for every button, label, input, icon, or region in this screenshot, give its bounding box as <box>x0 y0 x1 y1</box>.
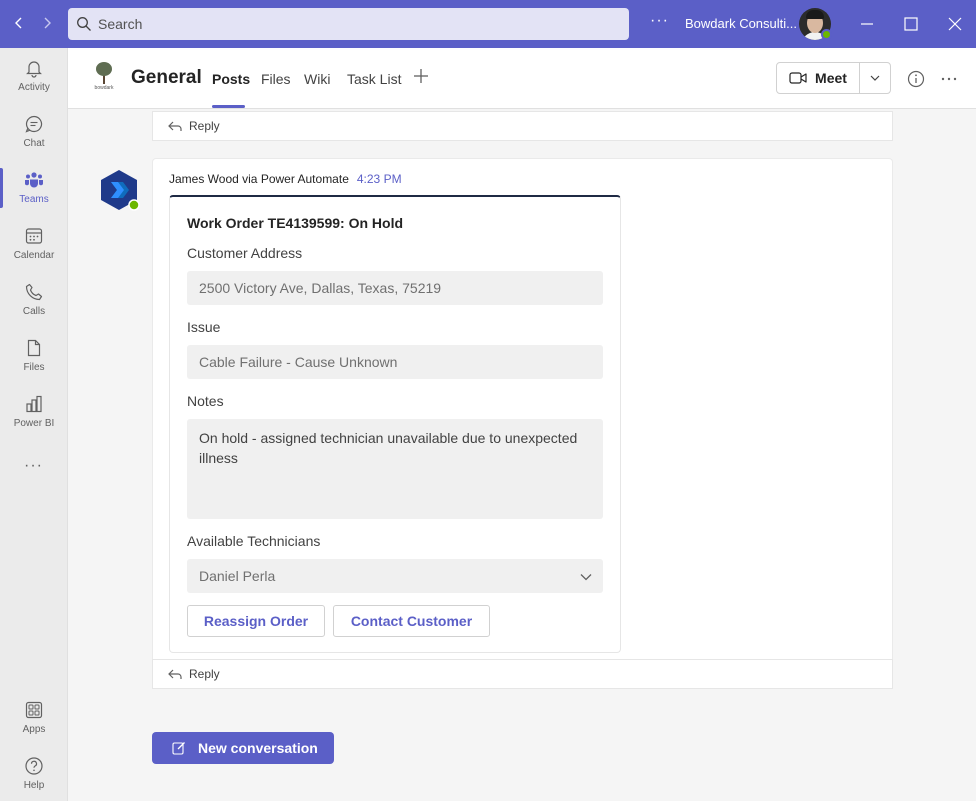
customer-address-field: 2500 Victory Ave, Dallas, Texas, 75219 <box>187 271 603 305</box>
new-conversation-label: New conversation <box>198 740 318 756</box>
reply-label: Reply <box>189 667 220 681</box>
notes-textarea[interactable]: On hold - assigned technician unavailabl… <box>187 419 603 519</box>
file-icon <box>27 339 41 357</box>
rail-label: Help <box>23 780 45 791</box>
message-post: James Wood via Power Automate 4:23 PM Wor… <box>152 158 893 660</box>
rail-label: Teams <box>19 194 49 205</box>
app-rail: Activity Chat Teams Calendar Calls Files… <box>0 48 68 801</box>
notes-label: Notes <box>187 393 224 409</box>
rail-item-activity[interactable]: Activity <box>0 48 68 104</box>
apps-icon <box>25 701 43 719</box>
rail-label: Calendar <box>13 250 55 261</box>
available-technicians-label: Available Technicians <box>187 533 321 549</box>
minimize-icon[interactable] <box>857 14 877 34</box>
settings-more-icon[interactable]: ··· <box>650 12 669 30</box>
chat-icon <box>25 115 43 133</box>
rail-label: Chat <box>23 138 45 149</box>
message-author[interactable]: James Wood via Power Automate <box>169 172 349 186</box>
rail-label: Files <box>23 362 45 373</box>
close-icon[interactable] <box>945 14 965 34</box>
search-icon <box>77 17 91 31</box>
search-bar[interactable] <box>68 8 629 40</box>
tab-task-list[interactable]: Task List <box>347 71 401 87</box>
rail-item-apps[interactable]: Apps <box>0 690 68 746</box>
new-conversation-button[interactable]: New conversation <box>152 732 334 764</box>
reply-label: Reply <box>189 119 220 133</box>
meet-button[interactable]: Meet <box>776 62 891 94</box>
title-bar: ··· Bowdark Consulti... <box>0 0 976 48</box>
issue-field: Cable Failure - Cause Unknown <box>187 345 603 379</box>
rail-label: Apps <box>22 724 46 735</box>
search-input[interactable] <box>98 16 598 32</box>
rail-item-powerbi[interactable]: Power BI <box>0 384 68 440</box>
reassign-order-button[interactable]: Reassign Order <box>187 605 325 637</box>
calendar-icon <box>25 228 43 244</box>
rail-label: Activity <box>18 82 50 93</box>
rail-item-files[interactable]: Files <box>0 328 68 384</box>
help-icon <box>25 757 43 775</box>
technician-selected-value: Daniel Perla <box>199 568 276 584</box>
channel-title: General <box>131 67 202 88</box>
video-camera-icon <box>789 72 807 84</box>
powerbi-icon <box>26 395 42 413</box>
maximize-icon[interactable] <box>901 14 921 34</box>
more-options-icon[interactable] <box>940 70 958 88</box>
more-apps-icon[interactable]: ··· <box>24 457 44 475</box>
issue-label: Issue <box>187 319 221 335</box>
tab-posts[interactable]: Posts <box>212 71 250 87</box>
reply-button[interactable]: Reply <box>152 659 893 689</box>
phone-icon <box>25 283 43 301</box>
tab-wiki[interactable]: Wiki <box>304 71 330 87</box>
info-icon[interactable] <box>907 70 925 88</box>
power-automate-avatar-icon[interactable] <box>98 169 140 211</box>
contact-customer-button[interactable]: Contact Customer <box>333 605 490 637</box>
rail-label: Power BI <box>13 418 55 429</box>
rail-item-teams[interactable]: Teams <box>0 160 68 216</box>
channel-header: bowdark General Posts Files Wiki Task Li… <box>68 48 976 109</box>
reply-arrow-icon <box>168 669 182 679</box>
technician-select[interactable]: Daniel Perla <box>187 559 603 593</box>
adaptive-card: Work Order TE4139599: On Hold Customer A… <box>169 195 621 653</box>
message-header: James Wood via Power Automate 4:23 PM <box>169 172 402 186</box>
presence-available-icon <box>821 29 832 40</box>
message-timestamp: 4:23 PM <box>356 172 402 186</box>
rail-item-calls[interactable]: Calls <box>0 272 68 328</box>
chevron-down-icon[interactable] <box>860 63 890 93</box>
card-title: Work Order TE4139599: On Hold <box>187 215 404 231</box>
rail-item-help[interactable]: Help <box>0 746 68 801</box>
rail-item-calendar[interactable]: Calendar <box>0 216 68 272</box>
conversation-pane: Reply James Wood via Power Automate 4:23 … <box>68 109 976 801</box>
reply-arrow-icon <box>168 121 182 131</box>
teams-icon <box>24 172 44 188</box>
bell-icon <box>26 61 42 78</box>
rail-item-chat[interactable]: Chat <box>0 104 68 160</box>
reply-button[interactable]: Reply <box>152 111 893 141</box>
tab-files[interactable]: Files <box>261 71 291 87</box>
customer-address-label: Customer Address <box>187 245 303 261</box>
meet-now-button[interactable]: Meet <box>777 63 859 93</box>
chevron-down-icon <box>580 574 592 581</box>
back-arrow-icon[interactable] <box>8 12 30 36</box>
meet-label: Meet <box>815 70 847 86</box>
compose-icon <box>172 742 185 755</box>
team-logo: bowdark <box>88 60 120 94</box>
rail-label: Calls <box>22 306 46 317</box>
org-name[interactable]: Bowdark Consulti... <box>685 16 797 31</box>
forward-arrow-icon[interactable] <box>36 12 58 36</box>
add-tab-icon[interactable] <box>411 66 431 86</box>
active-tab-indicator <box>212 105 245 108</box>
